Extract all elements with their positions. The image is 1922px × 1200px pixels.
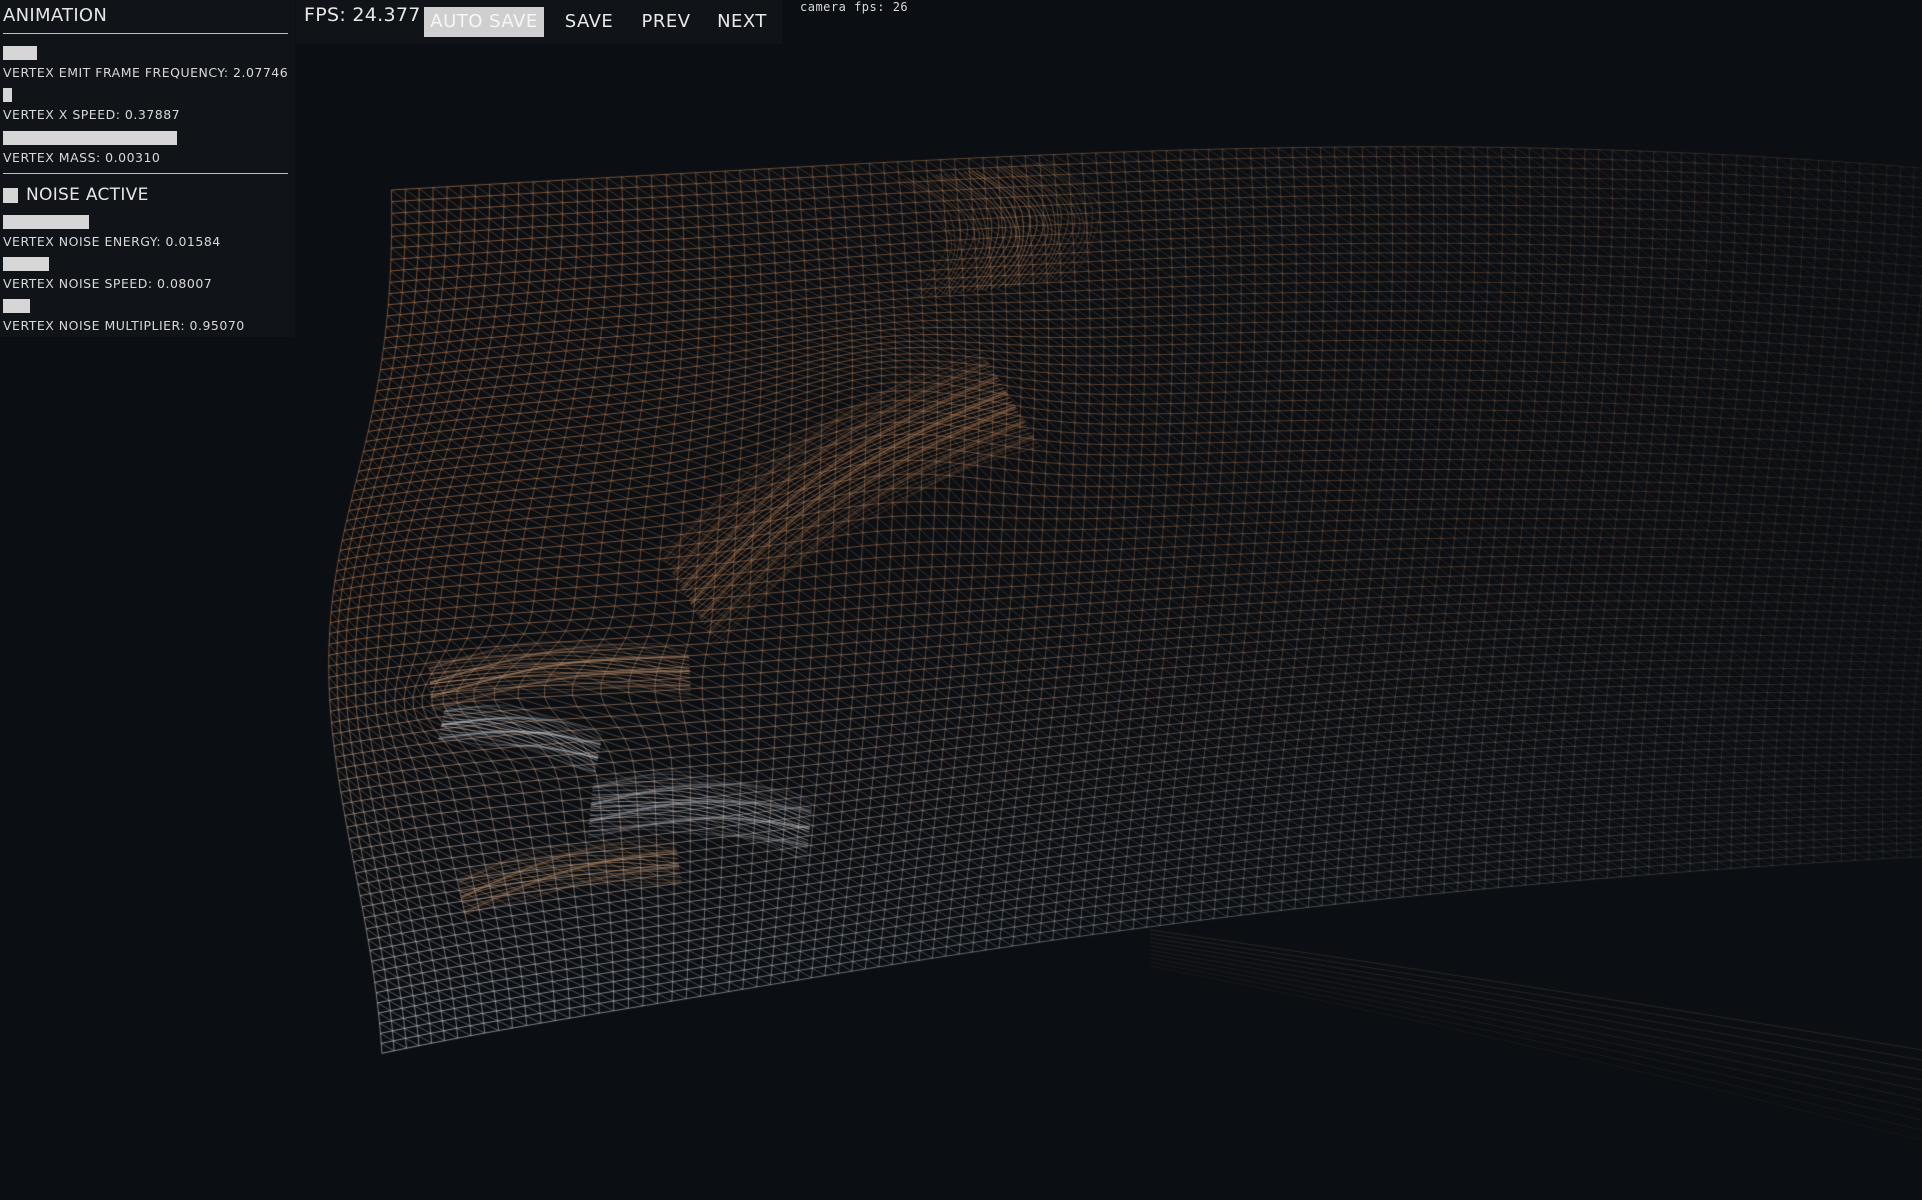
- save-button[interactable]: SAVE: [556, 7, 622, 37]
- slider-label: VERTEX NOISE ENERGY: 0.01584: [3, 234, 221, 249]
- fps-readout: FPS: 24.377: [304, 4, 421, 26]
- slider-track[interactable]: [3, 215, 288, 229]
- slider-vertex-noise-multiplier[interactable]: VERTEX NOISE MULTIPLIER: 0.95070: [3, 299, 288, 333]
- slider-fill: [3, 257, 49, 271]
- panel-title: ANIMATION: [3, 5, 108, 26]
- slider-track[interactable]: [3, 46, 288, 60]
- slider-fill: [3, 88, 12, 102]
- slider-vertex-noise-speed[interactable]: VERTEX NOISE SPEED: 0.08007: [3, 257, 288, 291]
- slider-track[interactable]: [3, 299, 288, 313]
- camera-fps-readout: camera fps: 26: [800, 0, 909, 14]
- slider-fill: [3, 299, 31, 313]
- slider-label: VERTEX NOISE SPEED: 0.08007: [3, 276, 213, 291]
- slider-vertex-noise-energy[interactable]: VERTEX NOISE ENERGY: 0.01584: [3, 215, 288, 249]
- slider-label: VERTEX X SPEED: 0.37887: [3, 107, 181, 122]
- slider-vertex-mass[interactable]: VERTEX MASS: 0.00310: [3, 131, 288, 165]
- slider-vertex-emit-frame-frequency[interactable]: VERTEX EMIT FRAME FREQUENCY: 2.07746: [3, 46, 288, 80]
- slider-track[interactable]: [3, 257, 288, 271]
- auto-save-button[interactable]: AUTO SAVE: [424, 7, 544, 37]
- slider-vertex-x-speed[interactable]: VERTEX X SPEED: 0.37887: [3, 88, 288, 122]
- slider-track[interactable]: [3, 131, 288, 145]
- panel-divider: [3, 173, 288, 174]
- next-button[interactable]: NEXT: [710, 7, 774, 37]
- slider-fill: [3, 215, 89, 229]
- top-toolbar: FPS: 24.377 AUTO SAVE SAVE PREV NEXT: [296, 0, 782, 44]
- slider-fill: [3, 46, 38, 60]
- slider-label: VERTEX NOISE MULTIPLIER: 0.95070: [3, 318, 245, 333]
- animation-panel: ANIMATION VERTEX EMIT FRAME FREQUENCY: 2…: [0, 0, 295, 337]
- noise-active-toggle[interactable]: NOISE ACTIVE: [3, 185, 149, 205]
- noise-active-checkbox[interactable]: [3, 187, 18, 203]
- prev-button[interactable]: PREV: [634, 7, 698, 37]
- slider-fill: [3, 131, 177, 145]
- slider-label: VERTEX EMIT FRAME FREQUENCY: 2.07746: [3, 65, 289, 80]
- slider-track[interactable]: [3, 88, 288, 102]
- slider-label: VERTEX MASS: 0.00310: [3, 150, 161, 165]
- noise-active-label: NOISE ACTIVE: [26, 185, 149, 205]
- panel-divider: [3, 33, 288, 34]
